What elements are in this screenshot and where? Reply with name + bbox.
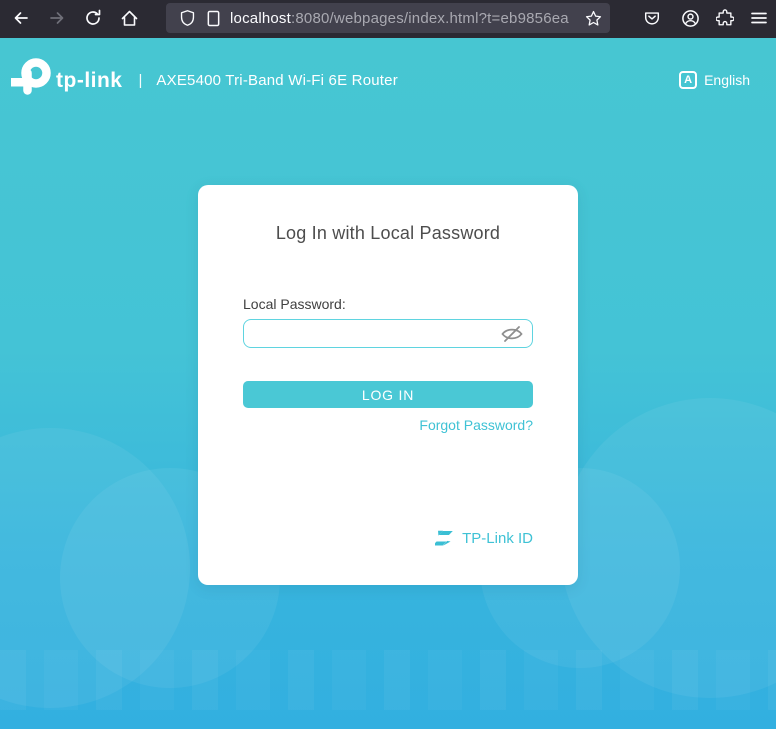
tplink-logo-mark bbox=[8, 57, 54, 103]
extensions-button[interactable] bbox=[710, 3, 740, 33]
tplink-id-login[interactable]: TP-Link ID bbox=[435, 530, 533, 547]
puzzle-piece-icon bbox=[716, 9, 734, 27]
bookmark-star-button[interactable] bbox=[585, 10, 602, 27]
url-path: :8080/webpages/index.html?t=eb9856ea bbox=[291, 10, 569, 27]
login-card: Log In with Local Password Local Passwor… bbox=[198, 185, 578, 585]
pocket-icon bbox=[643, 9, 661, 27]
router-login-page: tp-link | AXE5400 Tri-Band Wi-Fi 6E Rout… bbox=[0, 38, 776, 729]
login-card-title: Log In with Local Password bbox=[243, 223, 533, 244]
forgot-password-link[interactable]: Forgot Password? bbox=[419, 417, 533, 433]
tplink-id-label: TP-Link ID bbox=[462, 530, 533, 547]
router-model-title: AXE5400 Tri-Band Wi-Fi 6E Router bbox=[156, 72, 398, 89]
language-selector[interactable]: A English bbox=[679, 71, 750, 89]
hamburger-menu-icon bbox=[750, 9, 768, 27]
url-text: localhost:8080/webpages/index.html?t=eb9… bbox=[230, 10, 585, 27]
forward-arrow-icon bbox=[48, 9, 66, 27]
tplink-logo: tp-link bbox=[8, 57, 123, 103]
pocket-button[interactable] bbox=[637, 3, 667, 33]
site-header: tp-link | AXE5400 Tri-Band Wi-Fi 6E Rout… bbox=[0, 38, 776, 100]
reload-icon bbox=[84, 9, 102, 27]
skyline-pattern bbox=[0, 650, 776, 710]
url-bar[interactable]: localhost:8080/webpages/index.html?t=eb9… bbox=[166, 3, 610, 33]
switch-login-icon bbox=[435, 530, 454, 547]
url-host: localhost bbox=[230, 10, 291, 27]
toggle-password-visibility-button[interactable] bbox=[500, 325, 524, 343]
tracking-shield-icon[interactable] bbox=[174, 5, 200, 31]
home-icon bbox=[120, 9, 139, 28]
language-label: English bbox=[704, 72, 750, 88]
password-input[interactable] bbox=[243, 319, 533, 348]
header-separator: | bbox=[139, 72, 143, 89]
password-field-wrap bbox=[243, 319, 533, 348]
menu-button[interactable] bbox=[744, 3, 774, 33]
page-info-icon[interactable] bbox=[200, 5, 226, 31]
password-label: Local Password: bbox=[243, 296, 533, 312]
back-button[interactable] bbox=[6, 3, 36, 33]
forgot-password-row: Forgot Password? bbox=[243, 417, 533, 435]
forward-button[interactable] bbox=[42, 3, 72, 33]
eye-slash-icon bbox=[500, 325, 524, 343]
account-icon bbox=[681, 9, 700, 28]
language-icon: A bbox=[679, 71, 697, 89]
browser-toolbar: localhost:8080/webpages/index.html?t=eb9… bbox=[0, 0, 776, 38]
home-button[interactable] bbox=[114, 3, 144, 33]
brand-wordmark: tp-link bbox=[56, 69, 123, 93]
reload-button[interactable] bbox=[78, 3, 108, 33]
account-button[interactable] bbox=[675, 3, 705, 33]
star-icon bbox=[585, 10, 602, 27]
back-arrow-icon bbox=[12, 9, 30, 27]
login-button[interactable]: LOG IN bbox=[243, 381, 533, 408]
